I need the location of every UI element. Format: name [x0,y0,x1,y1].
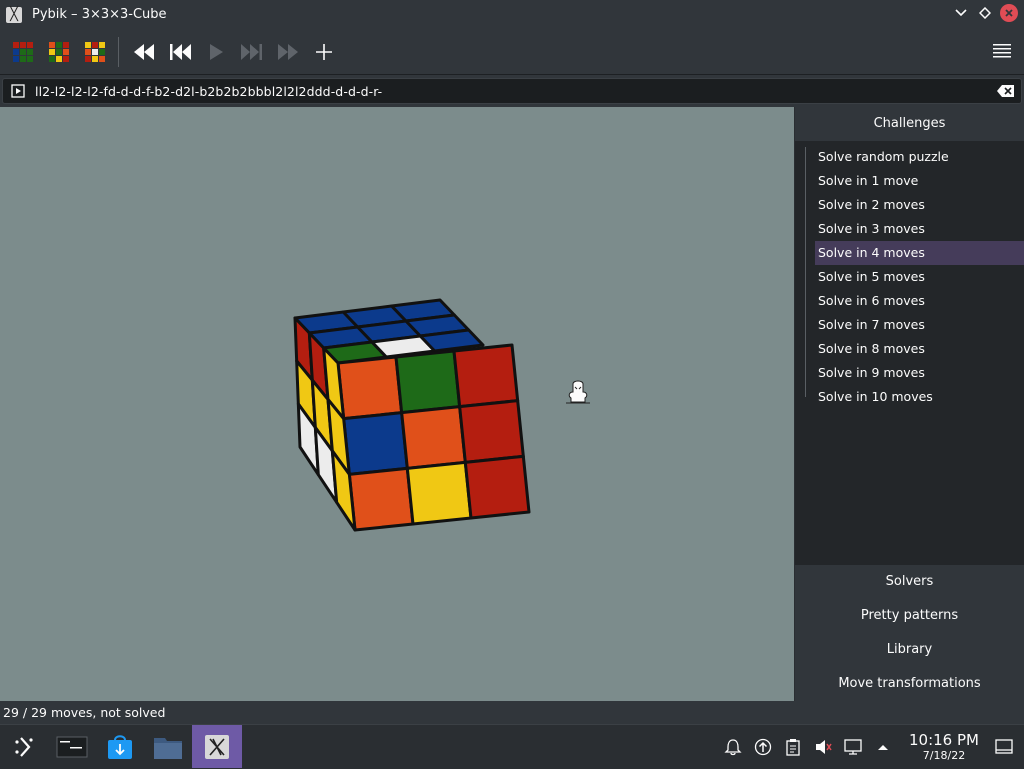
challenge-item[interactable]: Solve in 5 moves [795,265,1024,289]
window-controls [952,4,1018,22]
clipboard-button[interactable] [778,725,808,769]
cube-random-icon [49,41,69,62]
moves-input[interactable]: ll2-l2-l2-l2-fd-d-d-f-b2-d2l-b2b2b2bbbl2… [2,78,1022,104]
hamburger-menu-icon [993,44,1011,58]
notifications-icon [724,739,742,756]
previous-button[interactable] [163,35,197,69]
rewind-icon [134,43,154,60]
diamond-icon [979,7,991,19]
cube-front-sticker[interactable] [405,460,473,526]
play-button[interactable] [199,35,233,69]
forward-button[interactable] [271,35,305,69]
library-section-button[interactable]: Library [795,633,1024,667]
cube-viewport[interactable] [0,107,794,701]
status-text: 29 / 29 moves, not solved [3,705,166,720]
cube-select-icon [85,41,105,62]
sidebar: Challenges Solve random puzzle Solve in … [795,107,1024,701]
pybik-task-button[interactable] [192,725,242,768]
cube-front-sticker[interactable] [458,399,525,464]
pager-button[interactable] [48,725,96,769]
pager-icon [56,736,88,757]
app-launcher-icon [15,736,33,757]
solvers-section-button[interactable]: Solvers [795,565,1024,599]
rubiks-cube[interactable] [0,107,794,701]
show-desktop-icon [995,739,1013,754]
updates-button[interactable] [748,725,778,769]
clipboard-icon [786,739,800,756]
moves-text[interactable]: ll2-l2-l2-l2-fd-d-d-f-b2-d2l-b2b2b2bbbl2… [35,84,382,99]
cube-solved-icon [13,41,33,62]
challenge-item[interactable]: Solve in 2 moves [795,193,1024,217]
add-mark-button[interactable] [307,35,341,69]
challenges-header[interactable]: Challenges [795,107,1024,141]
notifications-button[interactable] [718,725,748,769]
challenge-item[interactable]: Solve random puzzle [795,145,1024,169]
hamburger-menu-button[interactable] [990,39,1014,63]
clock-time: 10:16 PM [909,731,979,749]
digital-clock[interactable]: 10:16 PM 7/18/22 [904,731,984,763]
challenge-item[interactable]: Solve in 8 moves [795,337,1024,361]
rotate-cursor-icon [566,380,590,404]
taskbar: 10:16 PM 7/18/22 [0,724,1024,768]
challenge-item[interactable]: Solve in 3 moves [795,217,1024,241]
cube-front-sticker[interactable] [336,355,404,421]
network-button[interactable] [838,725,868,769]
expand-tray-icon [878,745,888,750]
volume-button[interactable] [808,725,838,769]
file-manager-button[interactable] [144,725,192,769]
file-manager-icon [154,737,182,759]
close-button[interactable] [1000,4,1018,22]
main-toolbar [0,29,1024,75]
move-transformations-section-button[interactable]: Move transformations [795,667,1024,701]
new-random-puzzle-button[interactable] [42,35,76,69]
discover-store-button[interactable] [96,725,144,769]
window-title: Pybik – 3×3×3-Cube [32,7,167,22]
clock-date: 7/18/22 [922,749,966,762]
pybik-app-icon: ╳ [6,6,22,23]
system-tray: 10:16 PM 7/18/22 [718,725,1024,769]
toolbar-separator [118,36,119,67]
cube-front-sticker[interactable] [463,454,531,520]
challenge-item[interactable]: Solve in 9 moves [795,361,1024,385]
title-bar: ╳ Pybik – 3×3×3-Cube [0,0,1024,29]
show-desktop-button[interactable] [984,725,1024,769]
new-solved-puzzle-button[interactable] [6,35,40,69]
network-icon [844,739,862,755]
plus-icon [316,43,332,60]
sidebar-sections: Solvers Pretty patterns Library Move tra… [795,565,1024,701]
clear-text-icon[interactable] [997,84,1015,98]
app-launcher-button[interactable] [0,725,48,769]
cube-front-sticker[interactable] [400,405,467,470]
challenge-item[interactable]: Solve in 6 moves [795,289,1024,313]
status-bar: 29 / 29 moves, not solved [0,701,1024,724]
skip-back-icon [170,43,191,60]
cube-front-sticker[interactable] [347,466,415,532]
pretty-patterns-section-button[interactable]: Pretty patterns [795,599,1024,633]
play-icon [210,43,223,60]
challenge-item[interactable]: Solve in 7 moves [795,313,1024,337]
challenge-item[interactable]: Solve in 1 move [795,169,1024,193]
rewind-button[interactable] [127,35,161,69]
jump-to-move-icon[interactable] [11,84,25,98]
fast-forward-icon [278,43,298,60]
discover-store-icon [108,734,132,759]
minimize-button[interactable] [952,4,970,22]
chevron-down-icon [955,9,967,17]
moves-edit-bar: ll2-l2-l2-l2-fd-d-d-f-b2-d2l-b2b2b2bbbl2… [0,75,1024,107]
updates-icon [754,738,772,756]
cube-front-sticker[interactable] [452,343,520,409]
challenge-item-selected[interactable]: Solve in 4 moves [815,241,1024,265]
volume-muted-icon [816,740,832,754]
skip-forward-icon [241,43,262,60]
select-puzzle-button[interactable] [78,35,112,69]
next-button[interactable] [235,35,269,69]
cube-front-sticker[interactable] [342,411,409,476]
challenges-list: Solve random puzzle Solve in 1 move Solv… [795,145,1024,409]
expand-tray-button[interactable] [868,725,898,769]
pybik-app-icon [205,734,229,759]
challenge-item[interactable]: Solve in 10 moves [795,385,1024,409]
close-icon [1005,9,1013,17]
cube-front-sticker[interactable] [394,349,462,415]
maximize-button[interactable] [976,4,994,22]
